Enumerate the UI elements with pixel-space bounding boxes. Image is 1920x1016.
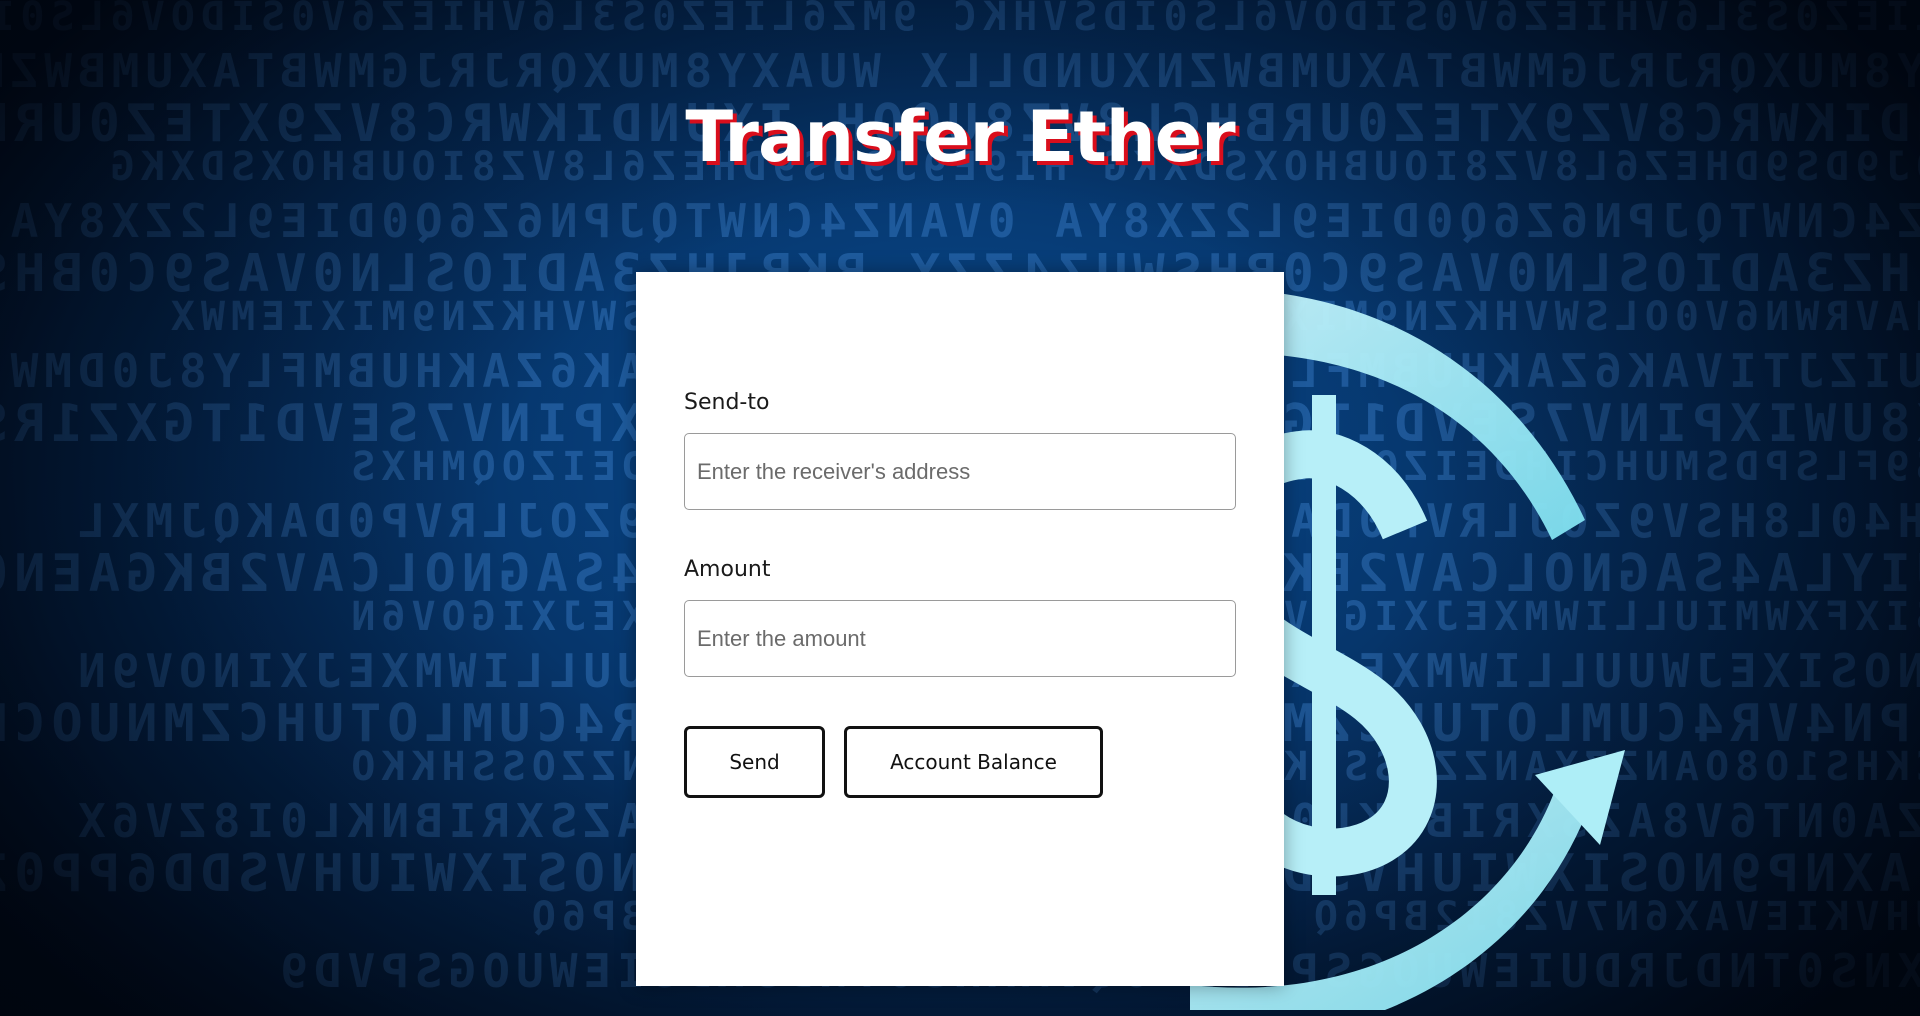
send-to-label: Send-to bbox=[684, 390, 770, 415]
amount-input[interactable] bbox=[684, 600, 1236, 677]
transfer-form-card: Send-to Amount Send Account Balance bbox=[636, 272, 1284, 986]
account-balance-button[interactable]: Account Balance bbox=[844, 726, 1103, 798]
page-title: Transfer Ether bbox=[685, 96, 1235, 178]
receiver-address-input[interactable] bbox=[684, 433, 1236, 510]
amount-label: Amount bbox=[684, 557, 771, 582]
send-button[interactable]: Send bbox=[684, 726, 825, 798]
